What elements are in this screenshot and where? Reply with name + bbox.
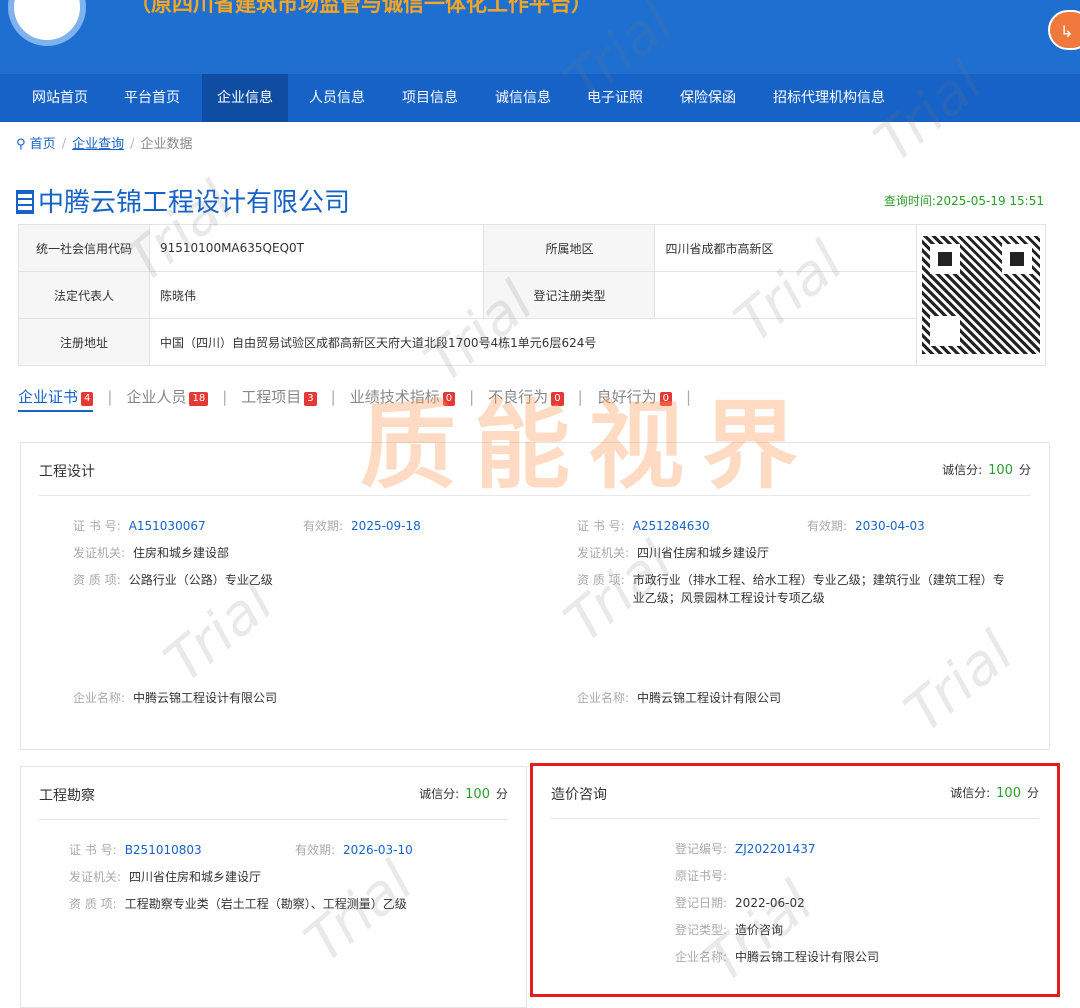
breadcrumb-company-query[interactable]: 企业查询	[72, 137, 124, 152]
nav-item-credit-info[interactable]: 诚信信息	[495, 74, 551, 122]
card-header: 工程勘察 诚信分: 100 分	[39, 767, 508, 820]
tab-projects[interactable]: 工程项目 3	[241, 386, 317, 407]
valid-field: 有效期: 2025-09-18	[303, 519, 421, 533]
cert-no-field: 证 书 号: A151030067	[73, 519, 206, 533]
qr-code	[916, 224, 1046, 366]
nav-item-e-license[interactable]: 电子证照	[587, 74, 643, 122]
credit-score: 诚信分: 100 分	[419, 787, 508, 802]
share-icon[interactable]: ↳	[1048, 10, 1080, 50]
credit-code-label: 统一社会信用代码	[18, 224, 150, 272]
design-cert-card: 工程设计 诚信分: 100 分 证 书 号: A151030067 有效期: 2025-…	[20, 442, 1050, 750]
company-field: 企业名称: 中腾云锦工程设计有限公司	[675, 950, 880, 964]
tab-divider: |	[469, 388, 475, 406]
location-pin-icon: ⚲	[16, 137, 26, 152]
qual-field: 资 质 项: 市政行业（排水工程、给水工程）专业乙级；建筑行业（建筑工程）专业乙级…	[577, 573, 1005, 605]
building-icon	[16, 190, 34, 214]
reg-type-field: 登记类型: 造价咨询	[675, 923, 784, 937]
tab-divider: |	[107, 388, 113, 406]
tab-divider: |	[686, 388, 692, 406]
region-label: 所属地区	[483, 224, 656, 272]
site-logo	[8, 0, 86, 46]
cost-consult-card: 造价咨询 诚信分: 100 分 登记编号: ZJ202201437 原证书号: 登记日…	[533, 766, 1057, 994]
cert-no-field: 证 书 号: A251284630	[577, 519, 710, 533]
reg-type-value	[654, 271, 917, 319]
nav-item-site-home[interactable]: 网站首页	[32, 74, 88, 122]
company-info-table: 统一社会信用代码 91510100MA635QEQ0T 所属地区 四川省成都市高…	[18, 224, 1046, 366]
legal-rep-label: 法定代表人	[18, 271, 150, 319]
qr-code-icon	[922, 236, 1040, 354]
credit-code-value: 91510100MA635QEQ0T	[148, 224, 485, 272]
tab-certificates[interactable]: 企业证书 4	[18, 386, 94, 412]
tab-good-behavior[interactable]: 良好行为 0	[597, 386, 673, 407]
card-header: 造价咨询 诚信分: 100 分	[551, 766, 1039, 819]
issuer-field: 发证机关: 四川省住房和城乡建设厅	[577, 546, 770, 560]
tab-performance[interactable]: 业绩技术指标 0	[350, 386, 456, 407]
company-field: 企业名称: 中腾云锦工程设计有限公司	[577, 691, 782, 705]
count-badge: 0	[551, 392, 564, 406]
valid-field: 有效期: 2030-04-03	[807, 519, 925, 533]
tab-divider: |	[577, 388, 583, 406]
nav-item-insurance[interactable]: 保险保函	[680, 74, 736, 122]
survey-cert-card: 工程勘察 诚信分: 100 分 证 书 号: B251010803 有效期: 2026-…	[20, 766, 527, 1008]
count-badge: 18	[189, 392, 209, 406]
qual-field: 资 质 项: 公路行业（公路）专业乙级	[73, 573, 273, 587]
card-title: 造价咨询	[551, 787, 607, 803]
issuer-field: 发证机关: 四川省住房和城乡建设厅	[69, 870, 262, 884]
tab-divider: |	[330, 388, 336, 406]
legal-rep-value: 陈晓伟	[148, 271, 485, 319]
site-header: （原四川省建筑市场监管与诚信一体化工作平台） ↳	[0, 0, 1080, 74]
reg-date-field: 登记日期: 2022-06-02	[675, 896, 805, 910]
query-time: 查询时间:2025-05-19 15:51	[883, 194, 1044, 208]
breadcrumb: ⚲ 首页 / 企业查询 / 企业数据	[16, 133, 193, 152]
valid-field: 有效期: 2026-03-10	[295, 843, 413, 857]
page-title: 中腾云锦工程设计有限公司	[16, 182, 350, 219]
tab-bad-behavior[interactable]: 不良行为 0	[488, 386, 564, 407]
count-badge: 4	[81, 392, 94, 406]
count-badge: 0	[442, 392, 456, 406]
reg-type-label: 登记注册类型	[483, 271, 656, 319]
count-badge: 0	[659, 392, 673, 406]
count-badge: 3	[304, 392, 317, 406]
main-nav: 网站首页 平台首页 企业信息 人员信息 项目信息 诚信信息 电子证照 保险保函 …	[0, 74, 1080, 122]
card-header: 工程设计 诚信分: 100 分	[39, 443, 1031, 496]
orig-cert-field: 原证书号:	[675, 869, 728, 883]
company-field: 企业名称: 中腾云锦工程设计有限公司	[73, 691, 278, 705]
nav-item-project-info[interactable]: 项目信息	[402, 74, 458, 122]
card-title: 工程勘察	[39, 788, 95, 804]
credit-score: 诚信分: 100 分	[942, 463, 1031, 478]
address-label: 注册地址	[18, 318, 150, 366]
issuer-field: 发证机关: 住房和城乡建设部	[73, 546, 230, 560]
breadcrumb-home[interactable]: 首页	[30, 137, 56, 152]
breadcrumb-separator: /	[61, 137, 67, 152]
company-name: 中腾云锦工程设计有限公司	[38, 188, 351, 218]
nav-item-personnel-info[interactable]: 人员信息	[309, 74, 365, 122]
detail-tabs: 企业证书 4 | 企业人员 18 | 工程项目 3 | 业绩技术指标 0 | 不良行为 0 | 良好行为 0 |	[18, 386, 705, 412]
reg-no-field: 登记编号: ZJ202201437	[675, 842, 816, 856]
site-subtitle: （原四川省建筑市场监管与诚信一体化工作平台）	[130, 0, 592, 16]
breadcrumb-current: 企业数据	[140, 137, 193, 152]
nav-item-platform-home[interactable]: 平台首页	[124, 74, 180, 122]
nav-item-bidding-agency[interactable]: 招标代理机构信息	[773, 74, 885, 122]
qual-field: 资 质 项: 工程勘察专业类（岩土工程（勘察）、工程测量）乙级	[69, 897, 407, 911]
card-title: 工程设计	[39, 464, 95, 480]
breadcrumb-separator: /	[130, 137, 135, 152]
tab-divider: |	[222, 388, 228, 406]
credit-score: 诚信分: 100 分	[950, 786, 1039, 801]
cert-no-field: 证 书 号: B251010803	[69, 843, 202, 857]
address-value: 中国（四川）自由贸易试验区成都高新区天府大道北段1700号4栋1单元6层624号	[149, 318, 917, 366]
tab-personnel[interactable]: 企业人员 18	[126, 386, 209, 407]
nav-item-company-info[interactable]: 企业信息	[202, 74, 288, 122]
region-value: 四川省成都市高新区	[654, 224, 917, 272]
